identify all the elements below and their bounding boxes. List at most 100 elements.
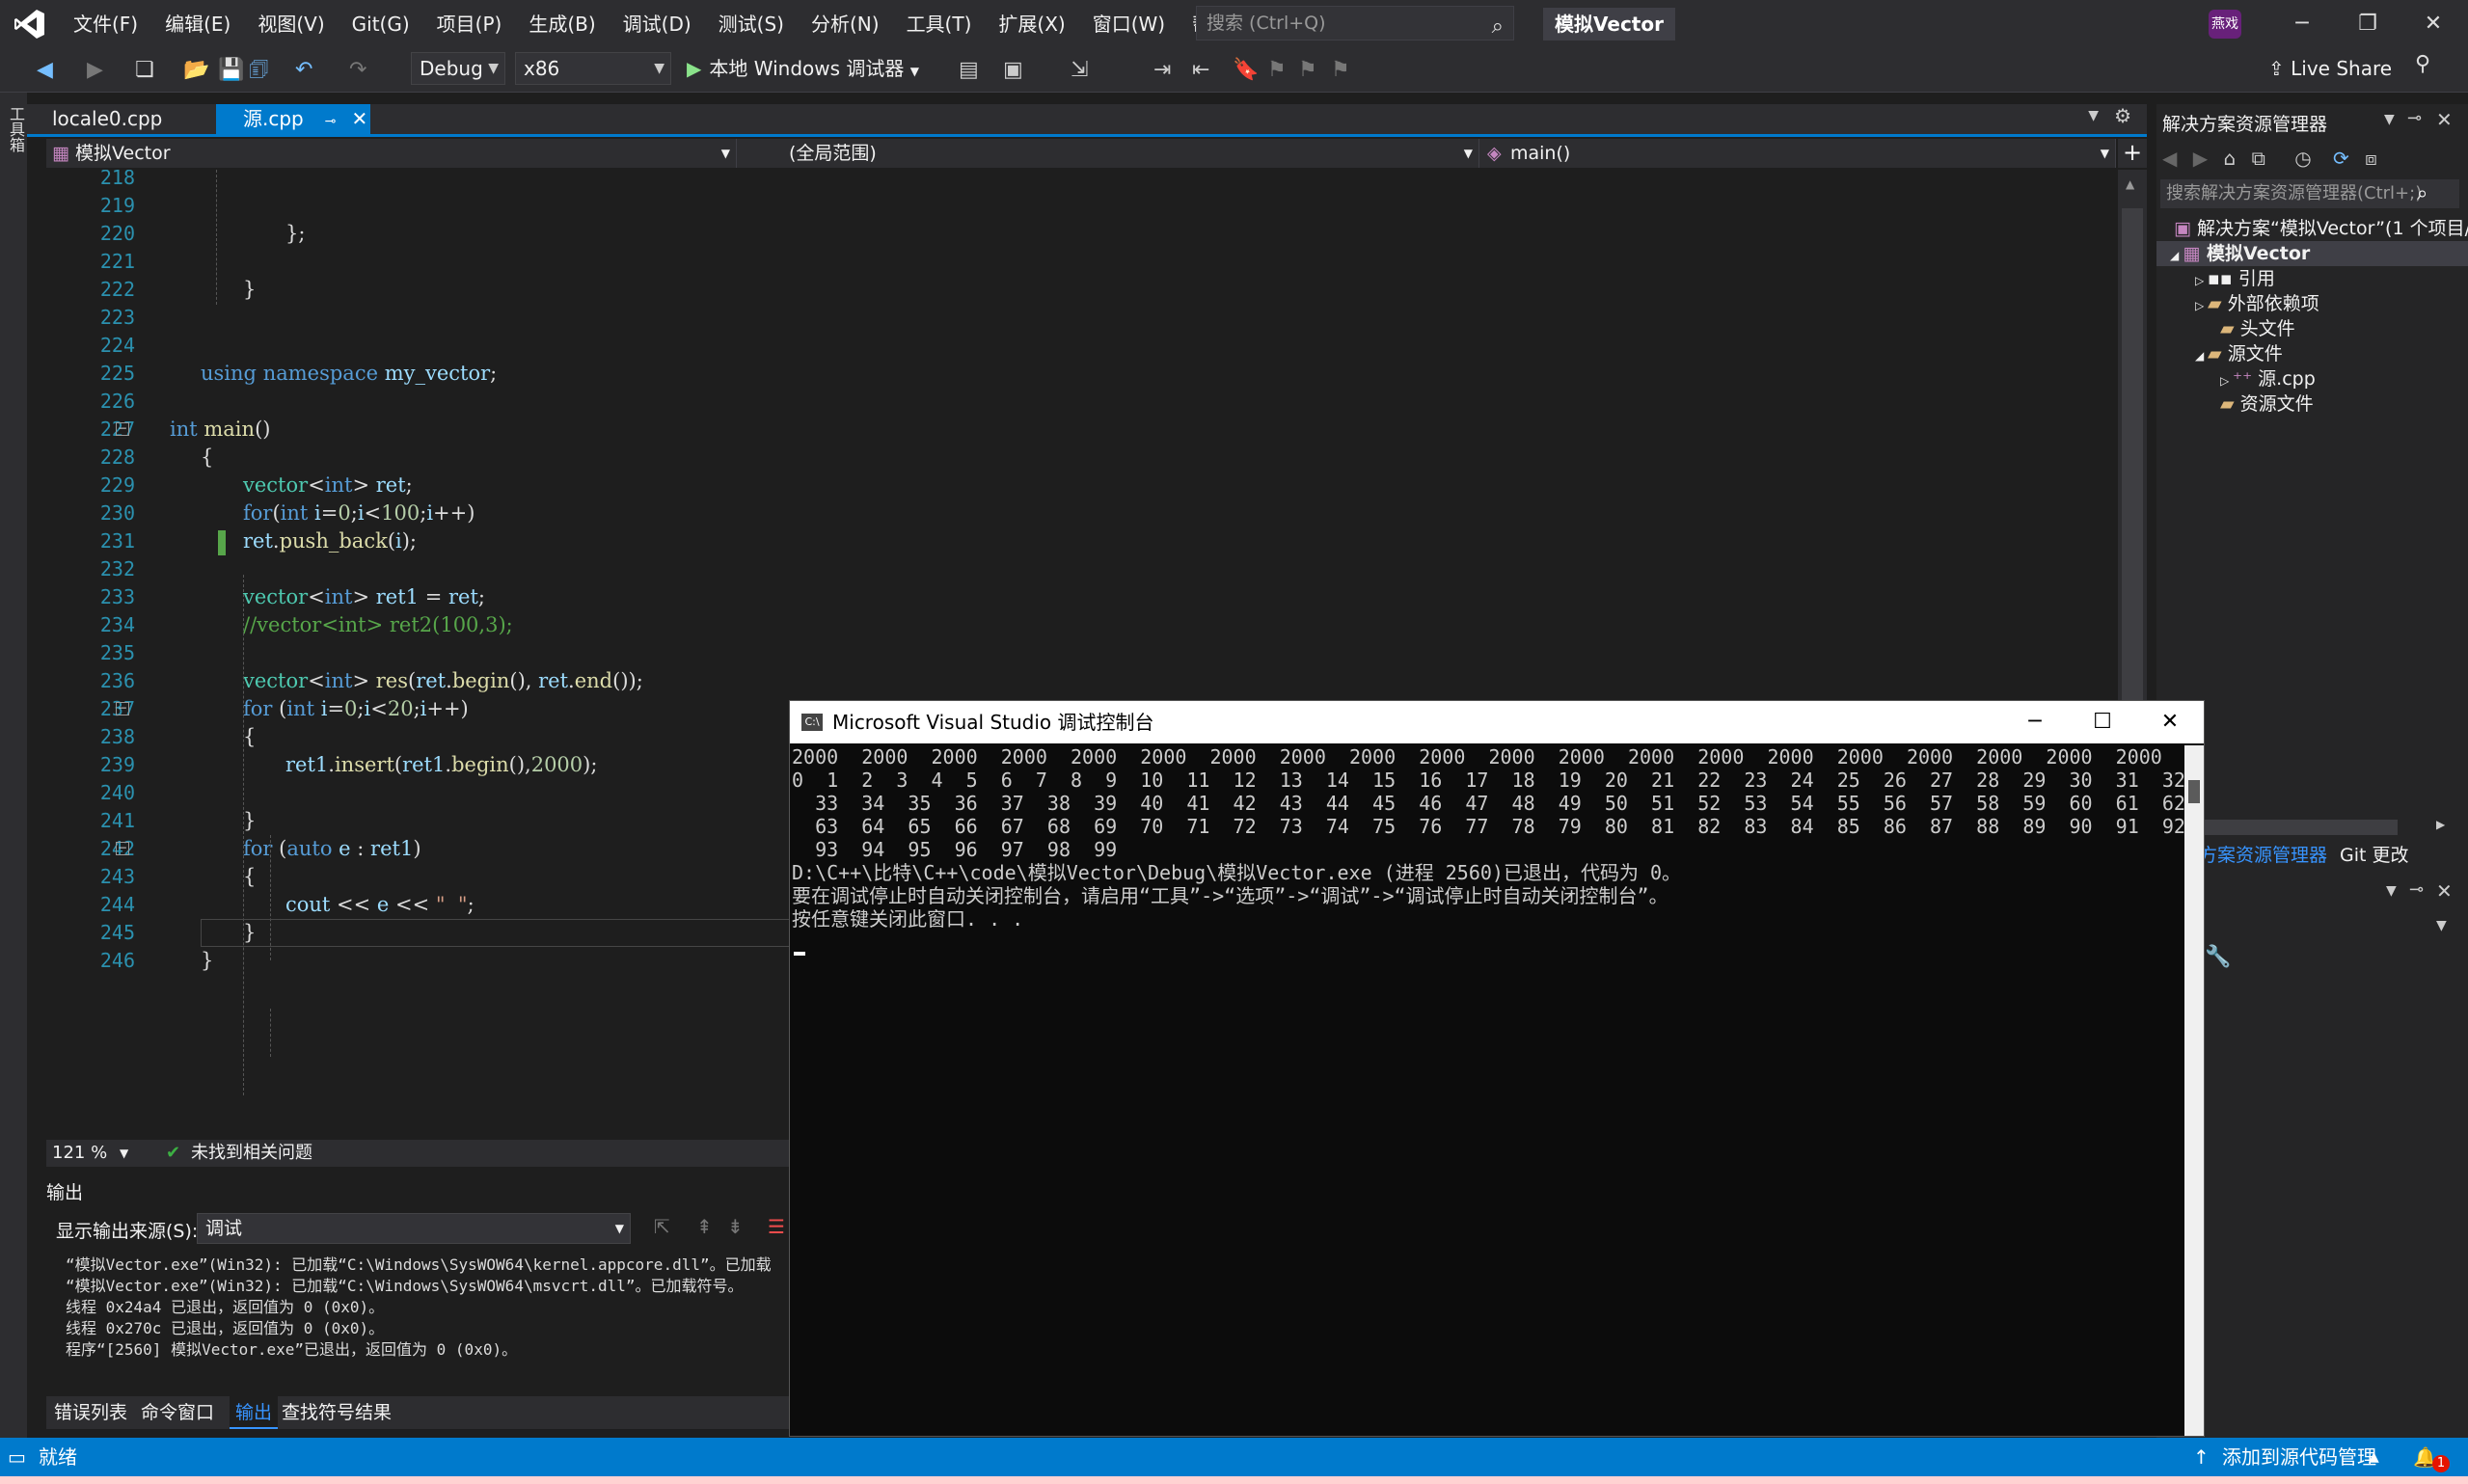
menu-item[interactable]: 工具(T): [893, 0, 986, 48]
code-line[interactable]: using namespace my_vector;: [201, 360, 497, 388]
wrench-icon[interactable]: 🔧: [2205, 945, 2231, 969]
scroll-up-icon[interactable]: ▲: [2126, 177, 2134, 191]
bottom-tab[interactable]: 命令窗口: [141, 1396, 214, 1429]
tree-source-files[interactable]: ◢ ▰ 源文件: [2195, 341, 2283, 366]
tree-external-deps[interactable]: ▷ ▰ 外部依赖项: [2195, 291, 2319, 316]
tab-locale0-cpp[interactable]: locale0.cpp: [27, 104, 187, 134]
clear-all-icon[interactable]: ☰: [768, 1215, 785, 1238]
forward-icon[interactable]: ▶: [87, 58, 103, 83]
next-bookmark-icon[interactable]: ⚑: [1298, 58, 1317, 83]
debug-console-window[interactable]: C:\ Microsoft Visual Studio 调试控制台 ─ ☐ ✕ …: [789, 700, 2205, 1437]
code-line[interactable]: int main(): [170, 416, 270, 444]
minimize-icon[interactable]: ─: [2268, 0, 2336, 48]
member-combo[interactable]: ◈ main() ▼: [1481, 139, 2116, 168]
outdent-icon[interactable]: ⇤: [1192, 58, 1209, 83]
config-select[interactable]: Debug ▼: [411, 52, 505, 85]
tree-source-cpp[interactable]: ▷ ⁺⁺ 源.cpp: [2220, 366, 2316, 391]
tree-project[interactable]: ◢ ▦ 模拟Vector: [2156, 241, 2468, 266]
prev-bookmark-icon[interactable]: ⚑: [1267, 58, 1287, 83]
code-line[interactable]: }: [243, 276, 256, 304]
chevron-down-icon[interactable]: ▼: [2384, 112, 2395, 127]
search-icon[interactable]: ⌕: [1492, 11, 1504, 43]
code-line[interactable]: }: [243, 807, 256, 835]
restore-icon[interactable]: ❐: [2334, 0, 2401, 48]
menu-item[interactable]: 调试(D): [610, 0, 705, 48]
live-share-button[interactable]: ⇪ Live Share: [2268, 54, 2392, 83]
menu-item[interactable]: 分析(N): [798, 0, 893, 48]
foreach-fold-icon[interactable]: −: [116, 842, 129, 855]
issues-status[interactable]: 未找到相关问题: [191, 1140, 312, 1167]
code-line[interactable]: //vector<int> ret2(100,3);: [243, 611, 513, 639]
tab-solution-explorer[interactable]: 方案资源管理器: [2199, 841, 2327, 870]
prev-message-icon[interactable]: ⇞: [696, 1215, 713, 1238]
save-icon[interactable]: 💾: [218, 58, 244, 83]
forward-icon[interactable]: ▶: [2193, 147, 2208, 170]
home-icon[interactable]: ⌂: [2224, 147, 2237, 170]
tree-references[interactable]: ▷ ▪▪ 引用: [2195, 266, 2275, 291]
main-fold-icon[interactable]: −: [116, 422, 129, 436]
zoom-level[interactable]: 121 %: [52, 1140, 107, 1167]
code-line[interactable]: for (int i=0;i<20;i++): [243, 695, 469, 723]
collapse-all-icon[interactable]: ⧈: [2365, 147, 2377, 170]
console-scrollbar[interactable]: [2184, 745, 2204, 1436]
menu-item[interactable]: 生成(B): [515, 0, 609, 48]
history-icon[interactable]: ◷: [2294, 147, 2311, 170]
scope-combo[interactable]: (全局范围) ▼: [739, 139, 1479, 168]
refresh-icon[interactable]: ⟳: [2333, 147, 2349, 170]
chevron-down-icon[interactable]: ▼: [2386, 883, 2397, 899]
add-to-source-control[interactable]: 添加到源代码管理: [2222, 1438, 2376, 1476]
search-icon[interactable]: ⌕: [2417, 181, 2427, 204]
code-line[interactable]: {: [201, 444, 213, 472]
for-fold-icon[interactable]: −: [116, 702, 129, 715]
switch-views-icon[interactable]: ⧉: [2252, 147, 2265, 170]
menu-item[interactable]: 编辑(E): [151, 0, 244, 48]
close-icon[interactable]: ✕: [2136, 701, 2204, 743]
bottom-tab[interactable]: 输出: [230, 1396, 279, 1429]
project-combo[interactable]: ▦ 模拟Vector ▼: [46, 139, 737, 168]
output-window-icon[interactable]: ▭: [8, 1438, 26, 1476]
scroll-right-icon[interactable]: ▶: [2436, 818, 2445, 831]
save-all-icon[interactable]: 🗊: [249, 58, 268, 83]
find-in-files-icon[interactable]: ▤: [959, 58, 979, 83]
indent-icon[interactable]: ⇥: [1153, 58, 1171, 83]
menu-item[interactable]: Git(G): [339, 0, 423, 48]
tab-list-icon[interactable]: ▼: [2088, 108, 2099, 123]
bottom-tab[interactable]: 错误列表: [54, 1396, 127, 1429]
back-icon[interactable]: ◀: [37, 58, 53, 83]
bookmark-icon[interactable]: 🔖: [1233, 58, 1259, 83]
undo-icon[interactable]: ↶: [295, 58, 312, 83]
code-line[interactable]: };: [285, 220, 305, 248]
close-tab-icon[interactable]: ✕: [351, 107, 367, 130]
menu-item[interactable]: 测试(S): [705, 0, 798, 48]
tab-source-cpp[interactable]: 源.cpp ⊸ ✕: [216, 104, 370, 134]
console-scroll-thumb[interactable]: [2188, 780, 2200, 803]
open-file-icon[interactable]: 📂: [183, 58, 209, 83]
settings-gear-icon[interactable]: ⚙: [2114, 104, 2131, 127]
code-line[interactable]: vector<int> res(ret.begin(), ret.end());: [243, 667, 643, 695]
minimize-icon[interactable]: ─: [2001, 701, 2069, 743]
code-line[interactable]: vector<int> ret;: [243, 472, 413, 499]
close-icon[interactable]: ✕: [2436, 108, 2453, 131]
pin-icon[interactable]: ⊸: [2409, 879, 2424, 900]
code-line[interactable]: }: [201, 947, 213, 975]
new-project-icon[interactable]: ❏: [135, 58, 154, 83]
search-input[interactable]: 搜索 (Ctrl+Q) ⌕: [1196, 6, 1514, 40]
platform-select[interactable]: x86 ▼: [515, 52, 671, 85]
redo-icon[interactable]: ↷: [349, 58, 366, 83]
notification-bell-icon[interactable]: 🔔: [2413, 1438, 2437, 1476]
menu-item[interactable]: 文件(F): [60, 0, 151, 48]
code-line[interactable]: vector<int> ret1 = ret;: [243, 583, 485, 611]
solution-search-input[interactable]: 搜索解决方案资源管理器(Ctrl+;): [2160, 179, 2459, 208]
code-line[interactable]: ret.push_back(i);: [243, 527, 417, 555]
pin-icon[interactable]: ⊸: [325, 114, 337, 129]
code-line[interactable]: ret1.insert(ret1.begin(),2000);: [285, 751, 597, 779]
solution-hscroll-thumb[interactable]: [2205, 820, 2398, 835]
menu-item[interactable]: 项目(P): [423, 0, 516, 48]
menu-item[interactable]: 窗口(W): [1079, 0, 1179, 48]
menu-item[interactable]: 视图(V): [244, 0, 338, 48]
back-icon[interactable]: ◀: [2162, 147, 2177, 170]
code-line[interactable]: {: [243, 723, 256, 751]
chevron-down-icon[interactable]: ▼: [120, 1140, 128, 1167]
tree-solution[interactable]: ▣ 解决方案“模拟Vector”(1 个项目/: [2174, 216, 2468, 241]
console-titlebar[interactable]: C:\ Microsoft Visual Studio 调试控制台 ─ ☐ ✕: [790, 701, 2204, 743]
